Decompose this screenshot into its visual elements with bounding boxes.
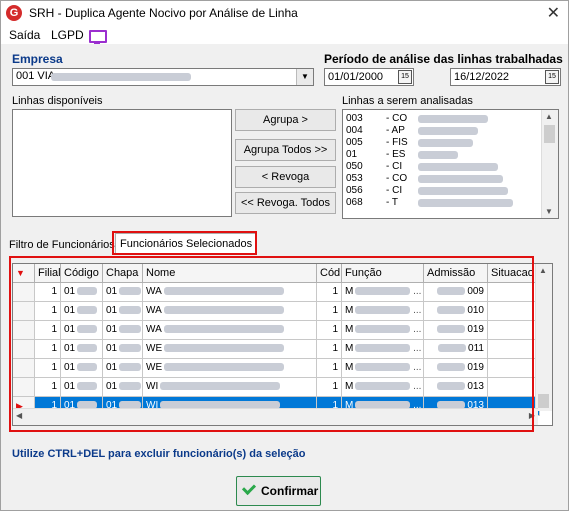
- date-start-field[interactable]: 01/01/2000 15: [324, 68, 414, 86]
- scroll-down-icon[interactable]: ▼: [545, 207, 553, 216]
- tab-filtro-funcionarios[interactable]: Filtro de Funcionários: [9, 236, 115, 254]
- empresa-label: Empresa: [12, 52, 63, 66]
- app-logo-icon: G: [6, 5, 22, 21]
- vertical-scrollbar[interactable]: ▲ ▼: [541, 110, 558, 218]
- window-title: SRH - Duplica Agente Nocivo por Análise …: [29, 6, 298, 20]
- linhas-analisadas-list[interactable]: 003- CO 004- AP 005- FIS 01- ES 050- CI …: [342, 109, 559, 219]
- date-end-value: 16/12/2022: [454, 71, 510, 83]
- date-start-value: 01/01/2000: [328, 71, 384, 83]
- list-item[interactable]: 003- CO: [346, 113, 534, 125]
- menu-item-saida[interactable]: Saída: [9, 28, 40, 42]
- main-window: G SRH - Duplica Agente Nocivo por Anális…: [0, 0, 569, 511]
- date-end-field[interactable]: 16/12/2022 15: [450, 68, 561, 86]
- confirmar-label: Confirmar: [261, 484, 319, 498]
- empresa-value: 001 VIA: [16, 70, 56, 82]
- revoga-button[interactable]: < Revoga: [235, 166, 336, 188]
- grid-highlight: [9, 256, 534, 432]
- list-item[interactable]: 01- ES: [346, 149, 534, 161]
- empresa-select[interactable]: 001 VIA ▼: [12, 68, 314, 86]
- agrupa-button[interactable]: Agrupa >: [235, 109, 336, 131]
- agrupa-todos-button[interactable]: Agrupa Todos >>: [235, 139, 336, 161]
- check-icon: [241, 480, 257, 496]
- close-icon[interactable]: ✕: [547, 3, 560, 23]
- calendar-icon[interactable]: 15: [398, 70, 412, 84]
- status-hint: Utilize CTRL+DEL para excluir funcionári…: [12, 448, 306, 460]
- linhas-analisadas-label: Linhas a serem analisadas: [342, 95, 473, 107]
- grid-vertical-scrollbar[interactable]: ▲: [535, 264, 552, 411]
- periodo-label: Período de análise das linhas trabalhada…: [324, 52, 563, 66]
- menu-item-lgpd[interactable]: LGPD: [51, 28, 84, 42]
- list-item[interactable]: 053- CO: [346, 173, 534, 185]
- scroll-up-icon[interactable]: ▲: [539, 266, 547, 275]
- revoga-todos-button[interactable]: << Revoga. Todos: [235, 192, 336, 214]
- list-item[interactable]: 005- FIS: [346, 137, 534, 149]
- monitor-icon[interactable]: [89, 30, 107, 44]
- linhas-disponiveis-label: Linhas disponíveis: [12, 95, 103, 107]
- list-item[interactable]: 056- CI: [346, 185, 534, 197]
- confirmar-button[interactable]: Confirmar: [236, 476, 321, 506]
- chevron-down-icon[interactable]: ▼: [296, 69, 313, 85]
- title-bar: G SRH - Duplica Agente Nocivo por Anális…: [1, 1, 568, 26]
- linhas-disponiveis-list[interactable]: [12, 109, 232, 217]
- scroll-up-icon[interactable]: ▲: [545, 112, 553, 121]
- list-item[interactable]: 050- CI: [346, 161, 534, 173]
- calendar-icon[interactable]: 15: [545, 70, 559, 84]
- scrollbar-thumb[interactable]: [538, 394, 549, 408]
- scrollbar-thumb[interactable]: [544, 125, 555, 143]
- tab-highlight: [112, 231, 257, 255]
- list-item[interactable]: 004- AP: [346, 125, 534, 137]
- menu-bar: Saída LGPD: [1, 26, 568, 44]
- list-item[interactable]: 068- T: [346, 197, 534, 209]
